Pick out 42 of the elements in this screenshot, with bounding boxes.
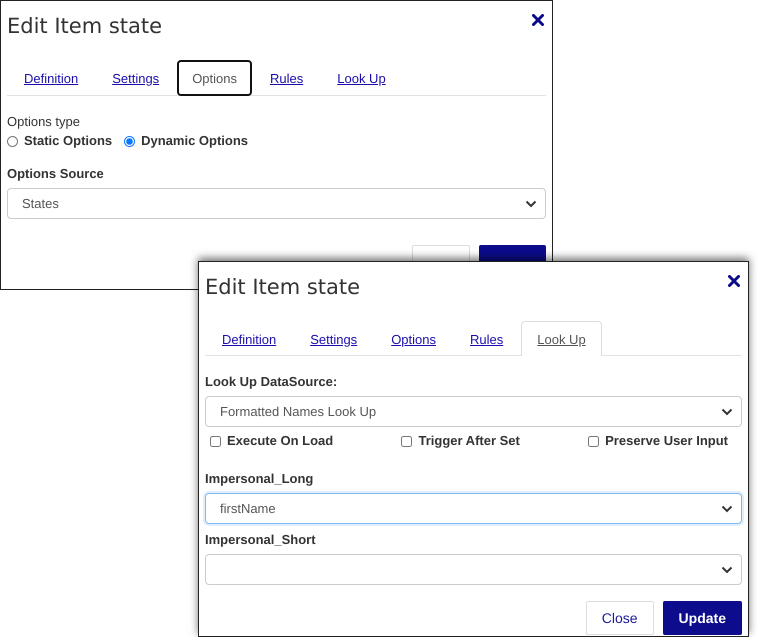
field-label: Impersonal_Short bbox=[205, 532, 317, 548]
radio-button[interactable] bbox=[7, 136, 18, 146]
chevron-down-icon bbox=[721, 566, 733, 574]
checkbox[interactable] bbox=[401, 436, 412, 446]
close-button[interactable]: Close bbox=[586, 601, 654, 635]
tab[interactable]: Look Up bbox=[521, 321, 602, 356]
dropdown-value: States bbox=[22, 196, 59, 211]
field-label: Options type bbox=[7, 114, 81, 130]
radio-label: Dynamic Options bbox=[141, 133, 248, 149]
checkbox-label: Preserve User Input bbox=[605, 433, 728, 449]
update-button[interactable]: Update bbox=[662, 601, 742, 635]
dropdown-value: Formatted Names Look Up bbox=[220, 404, 376, 419]
dialog-title: Edit Item state bbox=[205, 274, 360, 301]
dropdown-field[interactable]: Formatted Names Look Up bbox=[205, 396, 742, 427]
field-label: Options Source bbox=[7, 166, 105, 182]
tab[interactable]: Options bbox=[177, 60, 252, 96]
chevron-down-icon bbox=[721, 408, 733, 416]
checkbox[interactable] bbox=[588, 436, 600, 446]
checkbox[interactable] bbox=[210, 436, 221, 446]
close-icon[interactable] bbox=[532, 14, 544, 26]
chevron-down-icon bbox=[525, 200, 537, 208]
checkbox-label: Execute On Load bbox=[227, 433, 334, 449]
tab[interactable]: Settings bbox=[294, 321, 374, 356]
tab[interactable]: Look Up bbox=[321, 60, 402, 95]
chevron-down-icon bbox=[721, 504, 733, 512]
dropdown-field[interactable]: firstName bbox=[205, 493, 742, 524]
field-label: Impersonal_Long bbox=[205, 471, 314, 487]
tab[interactable]: Rules bbox=[454, 321, 520, 356]
field-label: Look Up DataSource: bbox=[205, 374, 338, 390]
radio-label: Static Options bbox=[24, 133, 112, 149]
dropdown-field[interactable] bbox=[205, 554, 742, 585]
tab[interactable]: Rules bbox=[254, 60, 320, 95]
dropdown-value: firstName bbox=[220, 501, 276, 516]
dropdown-field[interactable]: States bbox=[7, 188, 546, 219]
tab[interactable]: Settings bbox=[96, 60, 176, 95]
close-icon[interactable] bbox=[728, 275, 740, 287]
tab[interactable]: Definition bbox=[8, 60, 94, 95]
radio-button[interactable] bbox=[124, 136, 136, 146]
tab[interactable]: Definition bbox=[206, 321, 292, 356]
checkbox-label: Trigger After Set bbox=[418, 433, 520, 449]
tab[interactable]: Options bbox=[375, 321, 452, 356]
dialog-title: Edit Item state bbox=[7, 13, 162, 40]
